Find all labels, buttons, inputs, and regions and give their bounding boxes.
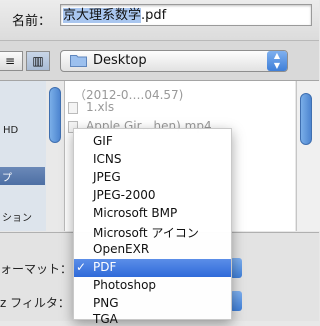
- format-label: ォーマット：: [0, 262, 73, 276]
- column-view-icon: ▥: [32, 54, 44, 68]
- file-icon: [68, 102, 78, 114]
- menu-item-jpeg-2000[interactable]: JPEG-2000: [93, 188, 156, 202]
- quartz-filter-label: z フィルタ：: [0, 296, 70, 310]
- menu-item-jpeg[interactable]: JPEG: [93, 170, 121, 184]
- menu-item-pdf[interactable]: PDF: [93, 260, 116, 274]
- menu-item-microsoft-icon[interactable]: Microsoft アイコン: [93, 224, 199, 241]
- menu-item-png[interactable]: PNG: [93, 296, 119, 310]
- filename-extension: .pdf: [141, 8, 167, 23]
- filename-field[interactable]: 京大理系数学.pdf: [60, 4, 312, 26]
- sidebar-item-hd[interactable]: HD: [3, 125, 18, 136]
- sidebar-scroll-thumb[interactable]: [49, 87, 61, 143]
- sidebar-item-location[interactable]: ション: [2, 209, 32, 224]
- popup-arrows-icon[interactable]: ▲ ▼: [267, 51, 287, 71]
- menu-item-tga[interactable]: TGA: [93, 312, 118, 326]
- sidebar-item-desktop[interactable]: プ: [2, 169, 12, 184]
- menu-item-microsoft-bmp[interactable]: Microsoft BMP: [93, 206, 177, 220]
- file-list-scroll-thumb[interactable]: [300, 93, 312, 145]
- column-view-button[interactable]: ▥: [26, 51, 50, 71]
- menu-item-icns[interactable]: ICNS: [93, 152, 122, 166]
- folder-icon: [70, 55, 87, 67]
- list-view-button[interactable]: ≡: [0, 51, 23, 71]
- name-label: 名前：: [12, 14, 52, 29]
- file-item[interactable]: 1.xls: [86, 100, 114, 114]
- list-view-icon: ≡: [4, 54, 16, 68]
- menu-item-photoshop[interactable]: Photoshop: [93, 278, 156, 292]
- filename-selected-text: 京大理系数学: [63, 8, 142, 23]
- checkmark-icon: ✓: [76, 260, 87, 274]
- menu-item-gif[interactable]: GIF: [93, 134, 113, 148]
- menu-item-openexr[interactable]: OpenEXR: [93, 242, 149, 256]
- location-label: Desktop: [93, 53, 147, 68]
